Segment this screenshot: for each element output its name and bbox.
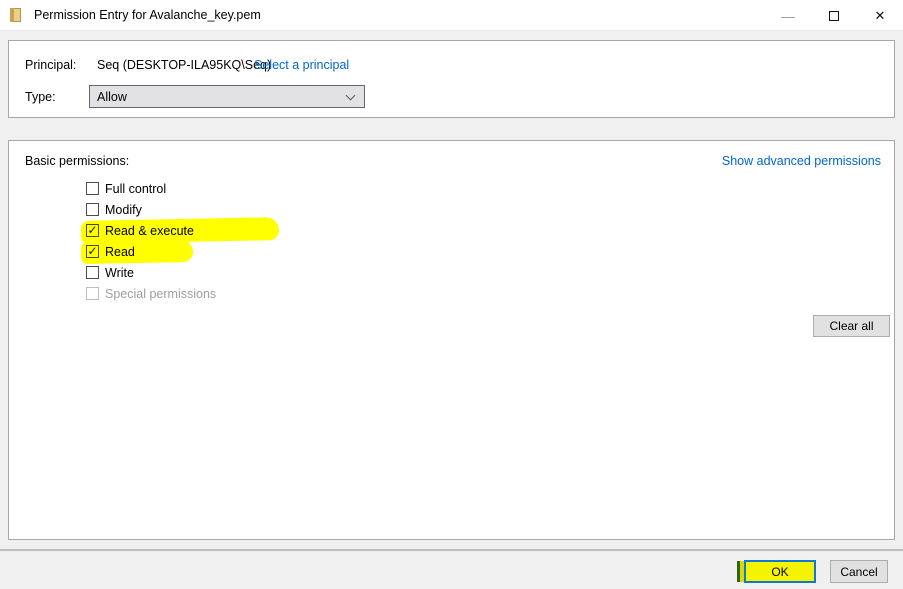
type-label: Type: bbox=[25, 90, 56, 104]
permission-row: ✓Read & execute bbox=[86, 220, 216, 241]
cancel-button[interactable]: Cancel bbox=[830, 560, 888, 583]
maximize-icon[interactable] bbox=[811, 0, 857, 31]
type-dropdown[interactable]: Allow bbox=[89, 85, 365, 108]
permission-row: Write bbox=[86, 262, 216, 283]
principal-type-panel: Principal: Seq (DESKTOP-ILA95KQ\Seq) Sel… bbox=[8, 40, 895, 118]
window-title: Permission Entry for Avalanche_key.pem bbox=[34, 8, 261, 22]
basic-permissions-label: Basic permissions: bbox=[25, 154, 129, 168]
permission-label: Special permissions bbox=[105, 287, 216, 301]
file-permission-icon bbox=[9, 8, 25, 22]
principal-label: Principal: bbox=[25, 58, 76, 72]
show-advanced-permissions-link[interactable]: Show advanced permissions bbox=[722, 154, 881, 168]
permission-row: Modify bbox=[86, 199, 216, 220]
marker-highlight bbox=[81, 239, 193, 264]
window-controls: — ✕ bbox=[765, 0, 903, 31]
chevron-down-icon bbox=[346, 91, 356, 101]
principal-value: Seq (DESKTOP-ILA95KQ\Seq) bbox=[97, 58, 271, 72]
title-bar: Permission Entry for Avalanche_key.pem —… bbox=[0, 0, 903, 31]
footer-divider bbox=[0, 549, 903, 551]
permission-list: Full control Modify ✓Read & execute✓Read Wr… bbox=[86, 178, 216, 304]
permission-label: Modify bbox=[105, 203, 142, 217]
basic-permissions-panel: Basic permissions: Show advanced permiss… bbox=[8, 140, 895, 540]
checkbox-write[interactable] bbox=[86, 266, 99, 279]
type-dropdown-value: Allow bbox=[97, 90, 127, 104]
permission-entry-dialog: Permission Entry for Avalanche_key.pem —… bbox=[0, 0, 903, 589]
permission-label: Full control bbox=[105, 182, 166, 196]
ok-button[interactable]: OK bbox=[744, 560, 816, 583]
checkbox-special-permissions bbox=[86, 287, 99, 300]
select-principal-link[interactable]: Select a principal bbox=[254, 58, 349, 72]
permission-row: Full control bbox=[86, 178, 216, 199]
minimize-icon[interactable]: — bbox=[765, 0, 811, 31]
permission-row: ✓Read bbox=[86, 241, 216, 262]
clear-all-button[interactable]: Clear all bbox=[813, 315, 890, 337]
close-icon[interactable]: ✕ bbox=[857, 0, 903, 31]
permission-label: Write bbox=[105, 266, 134, 280]
checkbox-full-control[interactable] bbox=[86, 182, 99, 195]
checkbox-modify[interactable] bbox=[86, 203, 99, 216]
permission-row: Special permissions bbox=[86, 283, 216, 304]
